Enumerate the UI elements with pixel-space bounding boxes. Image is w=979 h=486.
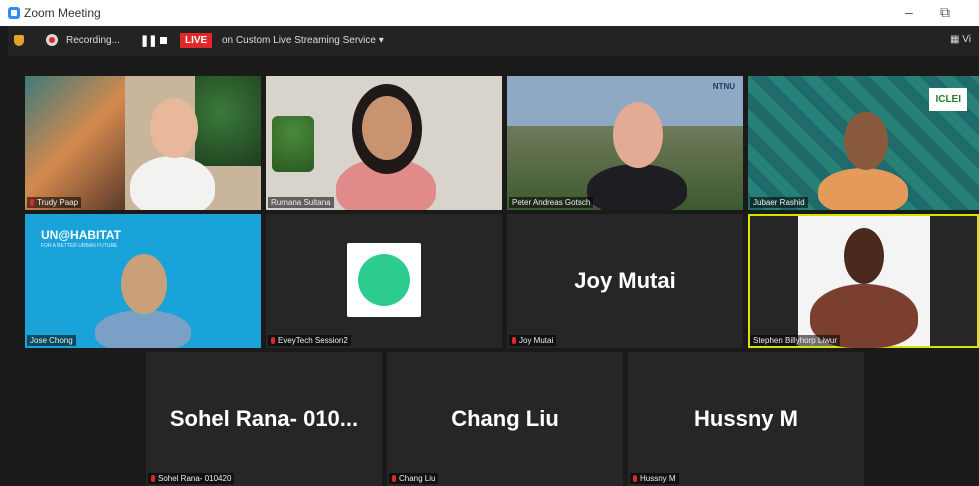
video-tile-everytech-session2[interactable]: EveyTech Session2 — [266, 214, 502, 348]
participant-video — [587, 164, 687, 210]
minimize-button[interactable]: – — [905, 4, 913, 20]
video-tile-chang-liu[interactable]: Chang Liu Chang Liu — [387, 352, 623, 486]
mic-muted-icon — [151, 475, 155, 482]
background-plant — [195, 76, 261, 166]
participant-face — [613, 102, 663, 168]
everytech-logo — [347, 243, 421, 317]
live-badge[interactable]: LIVE — [180, 33, 213, 48]
participant-name: EveyTech Session2 — [268, 335, 351, 346]
stream-label: on Custom Live Streaming Service — [222, 35, 376, 46]
participant-name: Peter Andreas Gotsch — [509, 197, 594, 208]
chevron-down-icon: ▾ — [378, 35, 384, 46]
participant-display-name: Chang Liu — [451, 406, 559, 431]
video-tile-trudy-paap[interactable]: Trudy Paap — [25, 76, 261, 210]
video-tile-jose-chong[interactable]: UN@HABITAT FOR A BETTER URBAN FUTURE Jos… — [25, 214, 261, 348]
title-bar: Zoom Meeting – ⧉ — [0, 0, 979, 26]
participant-video — [95, 310, 191, 348]
mic-muted-icon — [30, 199, 34, 206]
mic-muted-icon — [512, 337, 516, 344]
participant-face — [150, 98, 198, 158]
mic-muted-icon — [633, 475, 637, 482]
everytech-logo-mark — [358, 254, 410, 306]
participant-display-name: Hussny M — [694, 406, 798, 431]
participant-face — [844, 228, 884, 284]
un-habitat-banner: UN@HABITAT — [41, 228, 121, 242]
participant-display-name: Joy Mutai — [574, 268, 676, 293]
participant-face — [362, 96, 412, 160]
security-shield-icon[interactable] — [14, 35, 24, 46]
participant-name: Jose Chong — [27, 335, 76, 346]
video-tile-peter-andreas-gotsch[interactable]: NTNU Peter Andreas Gotsch — [507, 76, 743, 210]
live-stream-dropdown[interactable]: on Custom Live Streaming Service ▾ — [222, 35, 384, 46]
participant-name: Stephen Billyhorp Liwur — [750, 335, 841, 346]
video-tile-jubaer-rashid[interactable]: ICLEI Jubaer Rashid — [748, 76, 979, 210]
view-button[interactable]: ▦ Vi — [950, 34, 971, 45]
stop-recording-button[interactable] — [160, 37, 167, 44]
mic-muted-icon — [392, 475, 396, 482]
participant-video — [130, 156, 215, 210]
participant-name: Rumana Sultana — [268, 197, 334, 208]
restore-button[interactable]: ⧉ — [940, 4, 950, 21]
recording-icon — [46, 34, 58, 46]
participant-name: Chang Liu — [389, 473, 439, 484]
video-tile-rumana-sultana[interactable]: Rumana Sultana — [266, 76, 502, 210]
participant-name: Hussny M — [630, 473, 679, 484]
pause-recording-button[interactable]: ❚❚ — [140, 34, 157, 47]
participant-name: Jubaer Rashid — [750, 197, 808, 208]
video-tile-joy-mutai[interactable]: Joy Mutai Joy Mutai — [507, 214, 743, 348]
participant-face — [844, 112, 888, 170]
mic-muted-icon — [271, 337, 275, 344]
recording-label: Recording... — [66, 35, 120, 46]
video-tile-sohel-rana[interactable]: Sohel Rana- 010... Sohel Rana- 010420 — [146, 352, 382, 486]
window-title: Zoom Meeting — [24, 6, 101, 20]
participant-name: Trudy Paap — [27, 197, 82, 208]
participant-name: Sohel Rana- 010420 — [148, 473, 235, 484]
participant-display-name: Sohel Rana- 010... — [169, 406, 359, 431]
participant-video — [818, 168, 908, 210]
video-tile-stephen-billyhorp-liwur[interactable]: Stephen Billyhorp Liwur — [748, 214, 979, 348]
ntnu-logo: NTNU — [712, 82, 735, 91]
background-plant — [272, 116, 314, 172]
view-label: Vi — [962, 34, 971, 45]
background-art — [25, 76, 125, 210]
meeting-toolbar: Recording... ❚❚ LIVE on Custom Live Stre… — [8, 26, 979, 56]
video-tile-hussny-m[interactable]: Hussny M Hussny M — [628, 352, 864, 486]
participant-name: Joy Mutai — [509, 335, 557, 346]
zoom-app-icon — [8, 7, 20, 19]
un-habitat-subtitle: FOR A BETTER URBAN FUTURE — [41, 243, 118, 249]
participant-face — [121, 254, 167, 314]
iclei-logo: ICLEI — [929, 88, 967, 111]
